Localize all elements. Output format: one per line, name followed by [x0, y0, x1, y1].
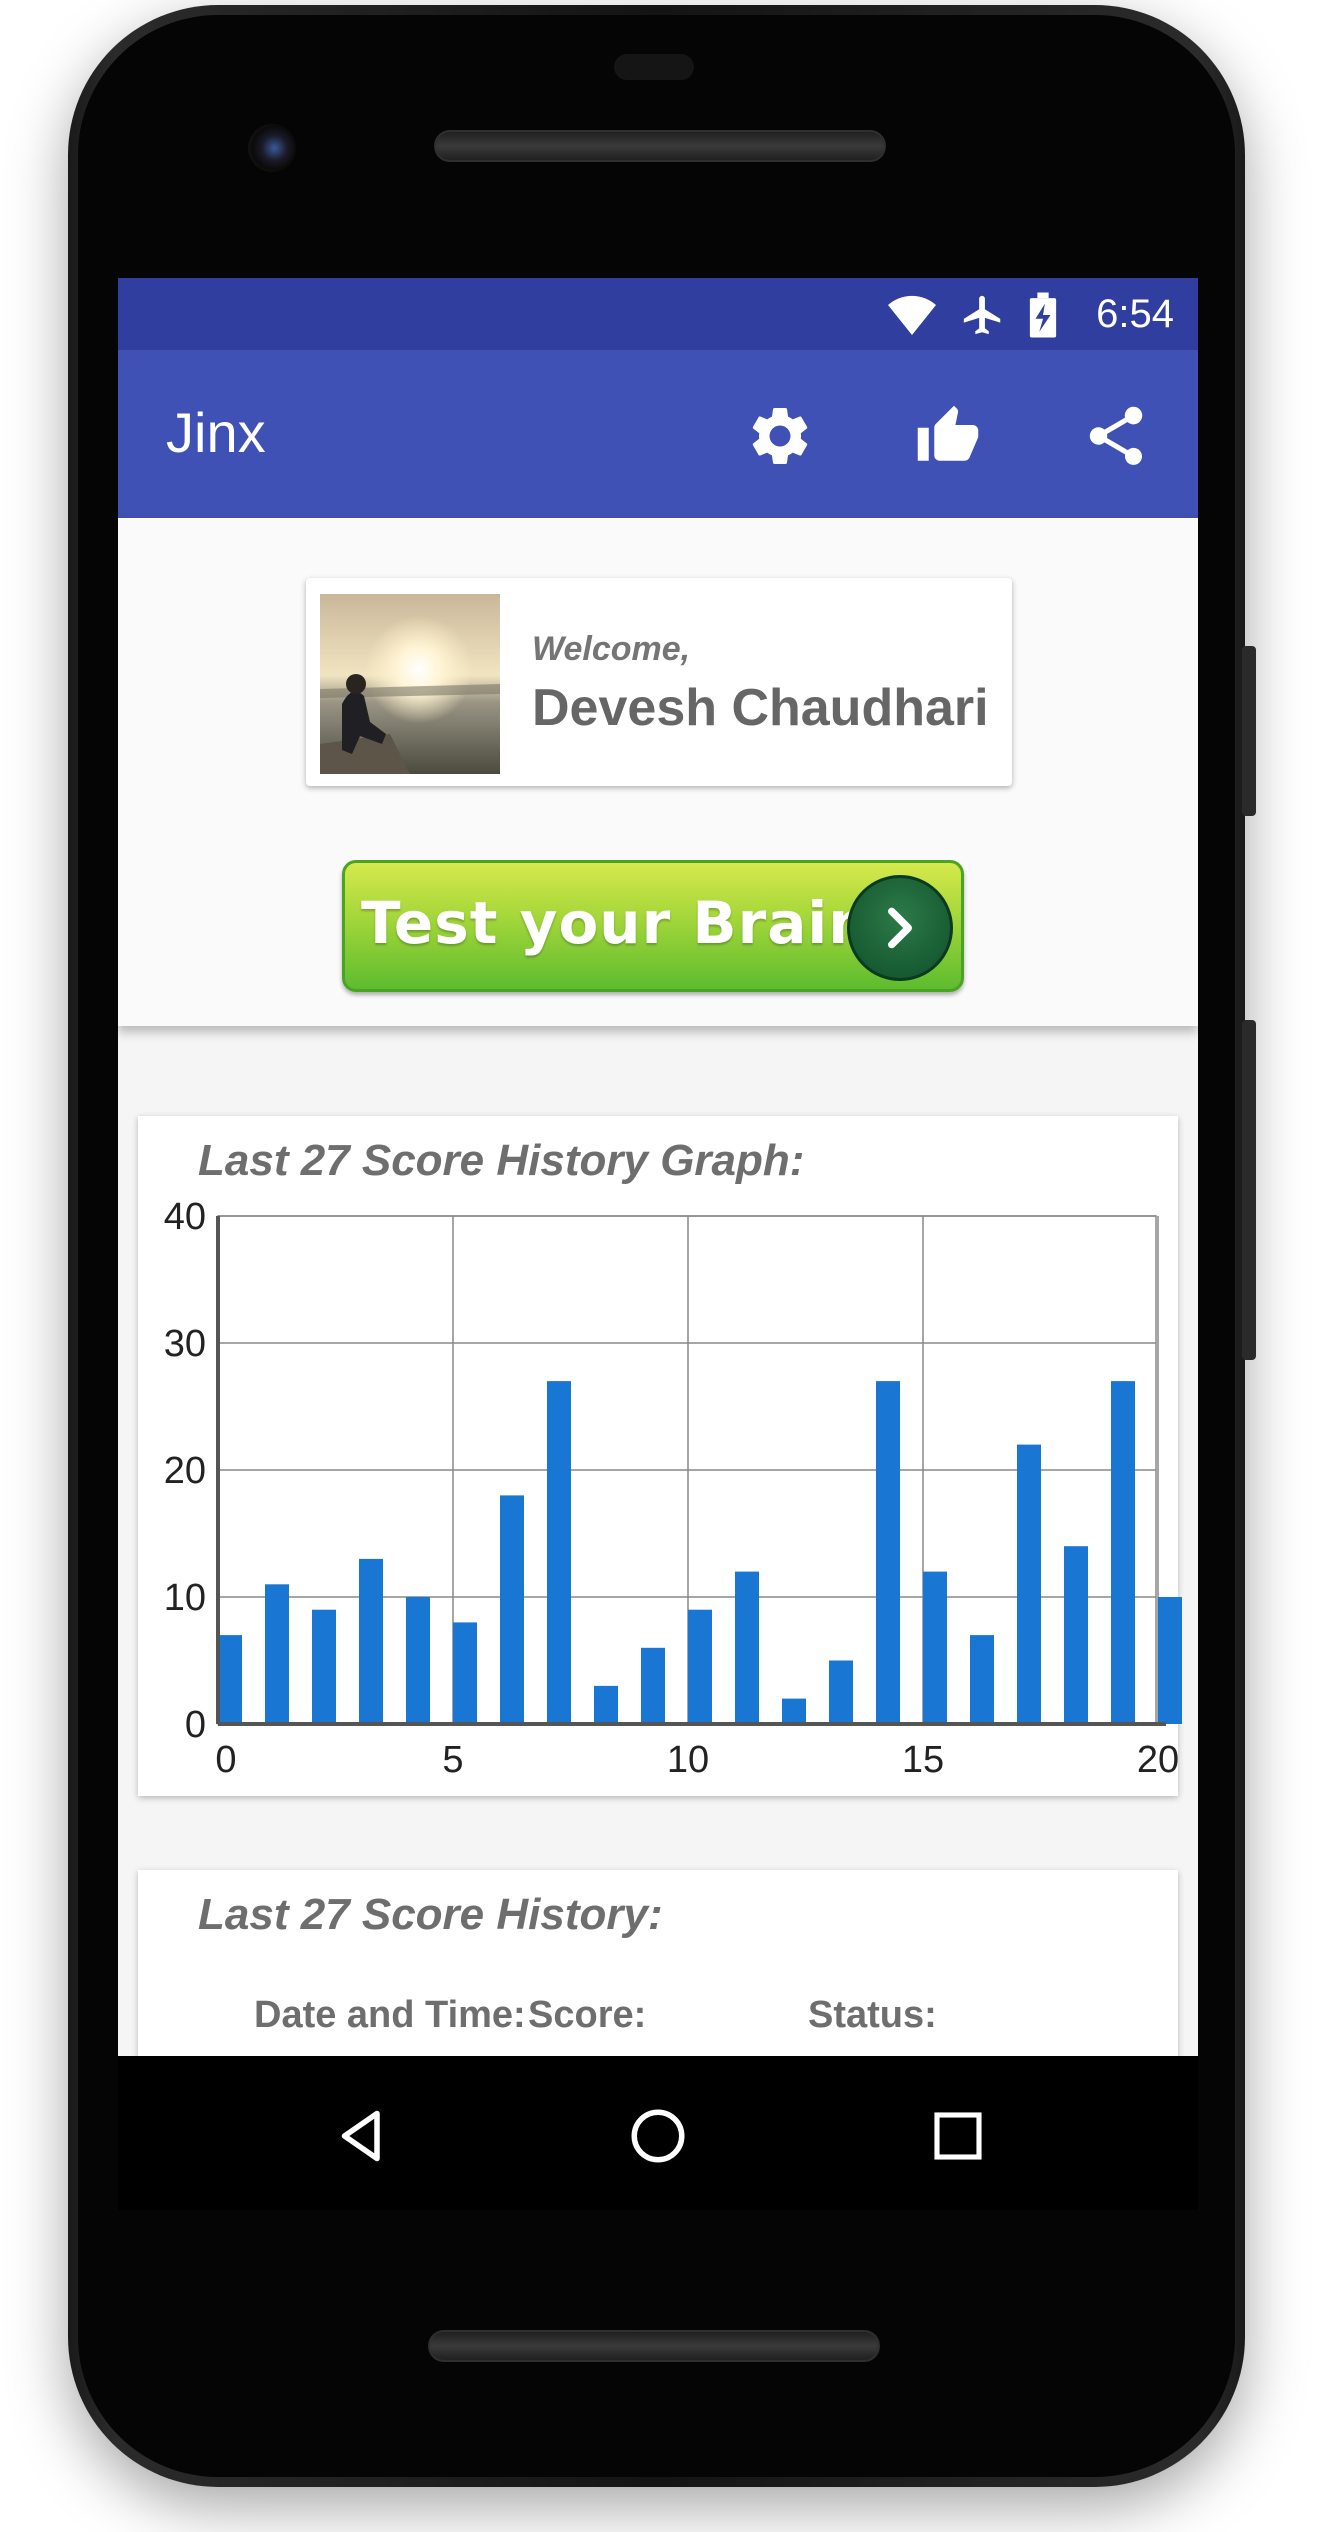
column-header-score: Score: — [528, 1994, 647, 2036]
x-tick-label: 0 — [215, 1739, 236, 1781]
bar — [688, 1609, 712, 1724]
bar — [1111, 1381, 1135, 1724]
back-triangle-icon — [341, 2110, 380, 2162]
bar — [218, 1635, 242, 1724]
score-history-card: Last 27 Score History: Date and Time: Sc… — [138, 1870, 1178, 2056]
thumbs-up-icon — [917, 405, 979, 461]
bar — [1158, 1597, 1182, 1724]
x-tick-label: 5 — [442, 1739, 463, 1781]
y-tick-label: 30 — [164, 1323, 206, 1365]
score-bar-chart: 0 10 20 30 40 0 5 10 15 20 — [164, 1196, 1182, 1781]
status-time: 6:54 — [1096, 292, 1174, 336]
y-tick-label: 40 — [164, 1196, 206, 1238]
top-speaker — [434, 130, 886, 162]
recents-button[interactable] — [918, 2096, 998, 2176]
x-tick-label: 20 — [1137, 1739, 1179, 1781]
app-title: Jinx — [166, 401, 266, 464]
front-camera — [248, 124, 296, 172]
column-header-date: Date and Time: — [254, 1994, 526, 2036]
bar — [923, 1571, 947, 1724]
recents-square-icon — [934, 2112, 982, 2160]
test-button-label: Test your Brain — [361, 889, 871, 957]
bar — [406, 1597, 430, 1724]
bar — [594, 1685, 618, 1724]
battery-charging-icon — [1029, 292, 1057, 338]
volume-button — [1242, 646, 1256, 816]
bar — [453, 1622, 477, 1724]
bar — [359, 1558, 383, 1724]
bar — [312, 1609, 336, 1724]
airplane-icon — [963, 295, 1001, 335]
bar — [876, 1381, 900, 1724]
bar — [735, 1571, 759, 1724]
y-tick-label: 10 — [164, 1577, 206, 1619]
bar — [970, 1635, 994, 1724]
settings-button[interactable] — [744, 400, 816, 472]
welcome-label: Welcome, — [532, 630, 691, 668]
share-icon — [1089, 406, 1143, 465]
home-circle-icon — [631, 2109, 685, 2163]
app-bar: Jinx — [118, 350, 1198, 518]
y-tick-label: 0 — [185, 1704, 206, 1746]
score-graph-card: Last 27 Score History Graph: 0 10 20 30 40 0 5… — [138, 1116, 1182, 1796]
header-area: Welcome, Devesh Chaudhari Test your Brai… — [118, 518, 1198, 1026]
bar — [1017, 1444, 1041, 1724]
test-your-brain-button[interactable]: Test your Brain — [342, 860, 964, 992]
y-tick-label: 20 — [164, 1450, 206, 1492]
history-title: Last 27 Score History: — [198, 1890, 663, 1939]
bar — [829, 1660, 853, 1724]
screen: 6:54 Jinx Welcome, Devesh Chaudhari Test… — [118, 278, 1198, 2056]
power-button — [1242, 1020, 1256, 1360]
home-button[interactable] — [618, 2096, 698, 2176]
wifi-icon — [888, 295, 936, 335]
bar — [547, 1381, 571, 1724]
gear-icon — [752, 407, 808, 464]
share-button[interactable] — [1080, 400, 1152, 472]
navigation-bar — [118, 2056, 1198, 2210]
x-tick-label: 10 — [667, 1739, 709, 1781]
like-button[interactable] — [912, 400, 984, 472]
chevron-right-icon — [847, 875, 953, 981]
bar — [641, 1647, 665, 1724]
bottom-speaker — [428, 2330, 880, 2362]
avatar-photo — [320, 594, 500, 774]
avatar — [320, 594, 500, 774]
column-header-status: Status: — [808, 1994, 937, 2036]
bar — [265, 1584, 289, 1724]
status-bar: 6:54 — [118, 278, 1198, 350]
bar — [782, 1698, 806, 1724]
proximity-sensor — [614, 54, 694, 80]
status-icons — [886, 292, 1058, 338]
user-name: Devesh Chaudhari — [532, 679, 989, 737]
bar — [500, 1495, 524, 1724]
welcome-card: Welcome, Devesh Chaudhari — [306, 578, 1012, 786]
back-button[interactable] — [322, 2096, 402, 2176]
x-tick-label: 15 — [902, 1739, 944, 1781]
bar — [1064, 1546, 1088, 1724]
